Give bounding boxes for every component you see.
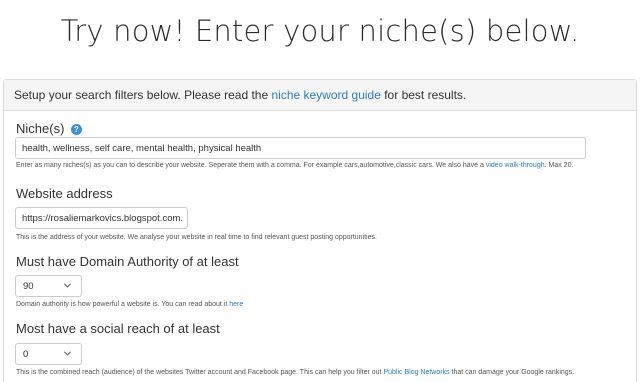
panel-heading: Setup your search filters below. Please … xyxy=(4,80,636,111)
social-reach-hint: This is the combined reach (audience) of… xyxy=(16,369,574,376)
domain-authority-here-link[interactable]: here xyxy=(229,301,243,308)
domain-authority-value: 90 xyxy=(23,281,34,292)
domain-authority-hint: Domain authority is how powerful a websi… xyxy=(16,301,243,308)
social-reach-hint-text: This is the combined reach (audience) of… xyxy=(16,369,384,376)
public-blog-networks-link[interactable]: Public Blog Networks xyxy=(383,369,449,376)
panel-intro-text: Setup your search filters below. Please … xyxy=(14,88,272,102)
niches-input[interactable]: health, wellness, self care, mental heal… xyxy=(15,137,586,159)
social-reach-hint-suffix: that can damage your Google rankings. xyxy=(449,369,575,376)
domain-authority-label: Must have Domain Authority of at least xyxy=(16,254,239,269)
website-label: Website address xyxy=(16,186,113,201)
social-reach-select[interactable]: 0 xyxy=(15,343,82,365)
niches-label-row: Niche(s) ? xyxy=(16,120,82,138)
domain-authority-hint-text: Domain authority is how powerful a websi… xyxy=(16,301,230,308)
website-address-input[interactable]: https://rosaliemarkovics.blogspot.com. xyxy=(15,207,188,229)
page-title: Try now! Enter your niche(s) below. xyxy=(60,14,580,48)
niches-hint-suffix: . Max 20. xyxy=(544,162,574,169)
website-hint: This is the address of your website. We … xyxy=(16,234,377,241)
search-filters-panel: Setup your search filters below. Please … xyxy=(3,79,637,382)
niches-label: Niche(s) xyxy=(16,121,65,136)
domain-authority-select[interactable]: 90 xyxy=(15,275,82,297)
chevron-down-icon xyxy=(63,283,72,288)
question-circle-icon[interactable]: ? xyxy=(70,124,82,135)
social-reach-label: Most have a social reach of at least xyxy=(16,321,220,336)
social-reach-value: 0 xyxy=(23,349,29,360)
panel-intro-suffix: for best results. xyxy=(380,88,467,102)
niches-hint-text: Enter as many niches(s) as you can to de… xyxy=(16,162,486,169)
video-walkthrough-link[interactable]: video walk-through xyxy=(486,162,545,169)
niche-keyword-guide-link[interactable]: niche keyword guide xyxy=(271,88,380,102)
niches-hint: Enter as many niches(s) as you can to de… xyxy=(16,162,573,169)
chevron-down-icon xyxy=(63,351,72,356)
